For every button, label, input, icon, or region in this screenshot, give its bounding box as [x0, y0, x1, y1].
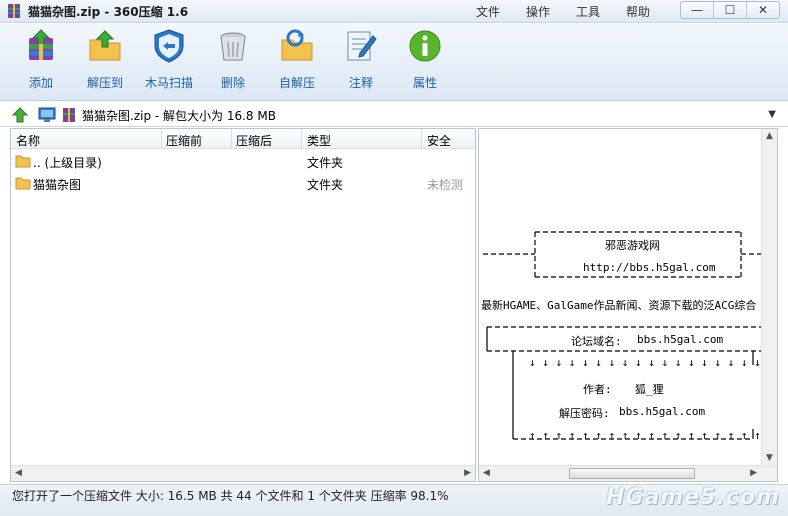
address-path[interactable]: 猫猫杂图.zip - 解包大小为 16.8 MB	[82, 107, 276, 124]
col-type[interactable]: 类型	[307, 132, 331, 149]
file-list-horizontal-scrollbar[interactable]: ◀ ▶	[11, 465, 475, 481]
comment-forum-label: 论坛域名:	[571, 335, 622, 348]
scroll-left-icon[interactable]: ◀	[15, 468, 22, 478]
comment-vertical-scrollbar[interactable]: ▲ ▼	[761, 129, 777, 465]
comment-site-url: http://bbs.h5gal.com	[583, 261, 716, 274]
address-bar: 猫猫杂图.zip - 解包大小为 16.8 MB ▼	[0, 103, 788, 127]
self-extract-label: 自解压	[278, 76, 315, 90]
comment-label: 注释	[348, 76, 373, 90]
extract-to-label: 解压到	[86, 76, 123, 90]
watermark-logo: HGame5.com	[606, 485, 780, 510]
item-name: .. (上级目录)	[33, 156, 102, 170]
info-icon	[409, 30, 441, 62]
scroll-right-icon[interactable]: ▶	[750, 468, 757, 478]
scrollbar-thumb[interactable]	[569, 468, 695, 479]
comment-button[interactable]: 注释	[329, 28, 393, 96]
item-name: 猫猫杂图	[33, 178, 82, 192]
comment-password-label: 解压密码:	[559, 407, 610, 420]
column-header: 名称 压缩前 压缩后 类型 安全	[11, 129, 475, 149]
comment-panel: ↓ ↓ ↓ ↓ ↓ ↓ ↓ ↓ ↓ ↓ ↓ ↓ ↓ ↓ ↓ ↓ ↓ ↓ ↓ ↓ …	[478, 128, 778, 482]
scroll-right-icon[interactable]: ▶	[464, 468, 471, 478]
item-security-status: 未检测	[427, 178, 464, 192]
svg-text:↓ ↓ ↓ ↓ ↓ ↓ ↓ ↓ ↓ ↓ ↓ ↓ ↓ ↓ ↓: ↓ ↓ ↓ ↓ ↓ ↓ ↓ ↓ ↓ ↓ ↓ ↓ ↓ ↓ ↓ ↓ ↓ ↓ ↓ ↓ …	[529, 356, 763, 369]
zip-archive-icon	[63, 108, 75, 122]
self-extract-button[interactable]: 自解压	[265, 28, 329, 96]
minimize-button[interactable]: —	[681, 2, 714, 18]
comment-author-label: 作者:	[583, 383, 612, 396]
status-bar: 您打开了一个压缩文件 大小: 16.5 MB 共 44 个文件和 1 个文件夹 …	[0, 484, 788, 516]
trojan-scan-button[interactable]: 木马扫描	[137, 28, 201, 96]
menu-tools[interactable]: 工具	[576, 3, 600, 20]
comment-forum-value: bbs.h5gal.com	[637, 333, 724, 346]
menu-file[interactable]: 文件	[476, 3, 500, 20]
comment-horizontal-scrollbar[interactable]: ◀ ▶	[479, 465, 777, 481]
comment-site-name: 邪恶游戏网	[605, 239, 660, 252]
up-arrow-icon[interactable]	[12, 107, 28, 123]
item-type: 文件夹	[307, 178, 344, 192]
add-button[interactable]: 添加	[9, 28, 73, 96]
add-label: 添加	[28, 76, 53, 90]
col-size-before[interactable]: 压缩前	[166, 132, 202, 149]
status-text: 您打开了一个压缩文件 大小: 16.5 MB 共 44 个文件和 1 个文件夹 …	[12, 489, 449, 503]
file-list: 名称 压缩前 压缩后 类型 安全 .. (上级目录) 文件夹 猫猫杂图 文件夹 …	[10, 128, 476, 482]
item-type: 文件夹	[307, 156, 344, 170]
close-button[interactable]: ✕	[747, 2, 779, 18]
list-item[interactable]: 猫猫杂图 文件夹 未检测	[11, 173, 475, 193]
scroll-down-icon[interactable]: ▼	[766, 453, 773, 463]
trash-icon	[220, 32, 246, 61]
folder-icon	[15, 155, 31, 168]
delete-label: 删除	[220, 76, 245, 90]
folder-icon	[15, 177, 31, 190]
extract-to-button[interactable]: 解压到	[73, 28, 137, 96]
properties-button[interactable]: 属性	[393, 28, 457, 96]
extract-folder-icon	[89, 30, 121, 61]
col-security[interactable]: 安全	[427, 132, 451, 149]
col-name[interactable]: 名称	[16, 132, 40, 149]
address-dropdown-icon[interactable]: ▼	[768, 109, 776, 120]
scroll-up-icon[interactable]: ▲	[766, 131, 773, 141]
menu-operate[interactable]: 操作	[526, 3, 550, 20]
scroll-left-icon[interactable]: ◀	[483, 468, 490, 478]
self-extract-icon	[281, 29, 313, 61]
col-size-after[interactable]: 压缩后	[236, 132, 272, 149]
comment-slogan: 最新HGAME、GalGame作品新闻、资源下载的泛ACG综合	[481, 299, 757, 312]
comment-edit-icon	[347, 31, 377, 61]
list-item[interactable]: .. (上级目录) 文件夹	[11, 151, 475, 171]
comment-password-value: bbs.h5gal.com	[619, 405, 706, 418]
window-controls: — ☐ ✕	[680, 1, 780, 19]
trojan-scan-label: 木马扫描	[144, 76, 193, 90]
comment-author-value: 狐_狸	[635, 383, 664, 396]
add-archive-icon	[29, 29, 53, 60]
properties-label: 属性	[412, 76, 437, 90]
window-title: 猫猫杂图.zip - 360压缩 1.6	[28, 5, 189, 19]
shield-icon	[154, 29, 184, 63]
app-icon	[8, 4, 20, 18]
title-bar: 猫猫杂图.zip - 360压缩 1.6 文件 操作 工具 帮助 — ☐ ✕	[0, 0, 788, 23]
maximize-button[interactable]: ☐	[714, 2, 747, 18]
desktop-icon[interactable]	[38, 107, 56, 123]
menu-help[interactable]: 帮助	[626, 3, 650, 20]
delete-button[interactable]: 删除	[201, 28, 265, 96]
svg-text:↑ ↑ ↑ ↑ ↑ ↑ ↑ ↑ ↑ ↑ ↑ ↑ ↑ ↑ ↑: ↑ ↑ ↑ ↑ ↑ ↑ ↑ ↑ ↑ ↑ ↑ ↑ ↑ ↑ ↑ ↑ ↑ ↑ ↑ ↑ …	[529, 429, 763, 442]
toolbar: 添加 解压到 木马扫描 删除 自解压 注释 属性	[0, 24, 788, 101]
